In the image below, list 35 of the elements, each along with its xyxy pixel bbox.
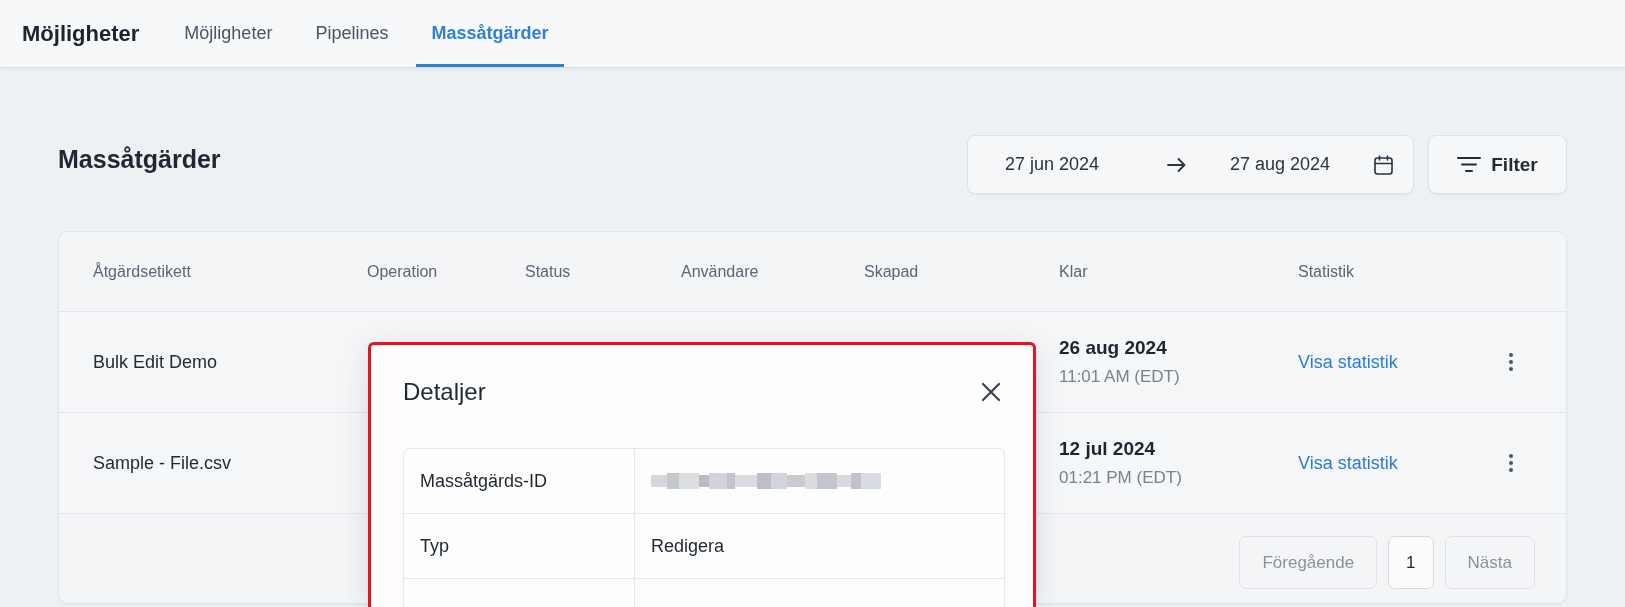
start-date[interactable]: 27 jun 2024 (1005, 154, 1100, 175)
completed-date: 26 aug 2024 (1059, 337, 1167, 359)
detail-label: Massåtgärds-ID (420, 470, 548, 492)
table-cell: Bulk Edit Demo (93, 351, 218, 373)
column-header: Status (525, 262, 571, 281)
more-options-icon[interactable] (1509, 454, 1513, 472)
calendar-icon[interactable] (1374, 154, 1393, 175)
column-header: Klar (1059, 262, 1088, 281)
more-options-icon[interactable] (1509, 353, 1513, 371)
column-header: Statistik (1298, 262, 1354, 281)
completed-date: 12 jul 2024 (1059, 438, 1156, 460)
dialog-title: Detaljer (403, 378, 486, 406)
completed-time: 11:01 AM (EDT) (1059, 367, 1180, 387)
nav-tab[interactable]: Möjligheter (169, 0, 288, 67)
nav-tab[interactable]: Massåtgärder (416, 0, 564, 67)
nav-tab[interactable]: Pipelines (300, 0, 404, 67)
page-number-button[interactable]: 1 (1388, 536, 1434, 589)
app-title: Möjligheter (22, 20, 140, 47)
close-icon[interactable] (981, 382, 1001, 402)
table-cell: Sample - File.csv (93, 452, 232, 474)
end-date[interactable]: 27 aug 2024 (1230, 154, 1331, 175)
page-title: Massåtgärder (58, 145, 221, 174)
view-statistics-link[interactable]: Visa statistik (1298, 452, 1398, 474)
date-range-picker[interactable]: 27 jun 2024 27 aug 2024 (967, 135, 1414, 194)
filter-button[interactable]: Filter (1428, 135, 1567, 194)
column-header: Användare (681, 262, 759, 281)
completed-time: 01:21 PM (EDT) (1059, 468, 1182, 488)
column-header: Skapad (864, 262, 919, 281)
arrow-right-icon (1167, 156, 1186, 173)
detail-value: Redigera (651, 535, 725, 557)
view-statistics-link[interactable]: Visa statistik (1298, 351, 1398, 373)
column-header: Åtgärdsetikett (93, 262, 191, 281)
column-header: Operation (367, 262, 438, 281)
filter-icon (1457, 156, 1482, 173)
detail-label: Typ (420, 535, 449, 557)
